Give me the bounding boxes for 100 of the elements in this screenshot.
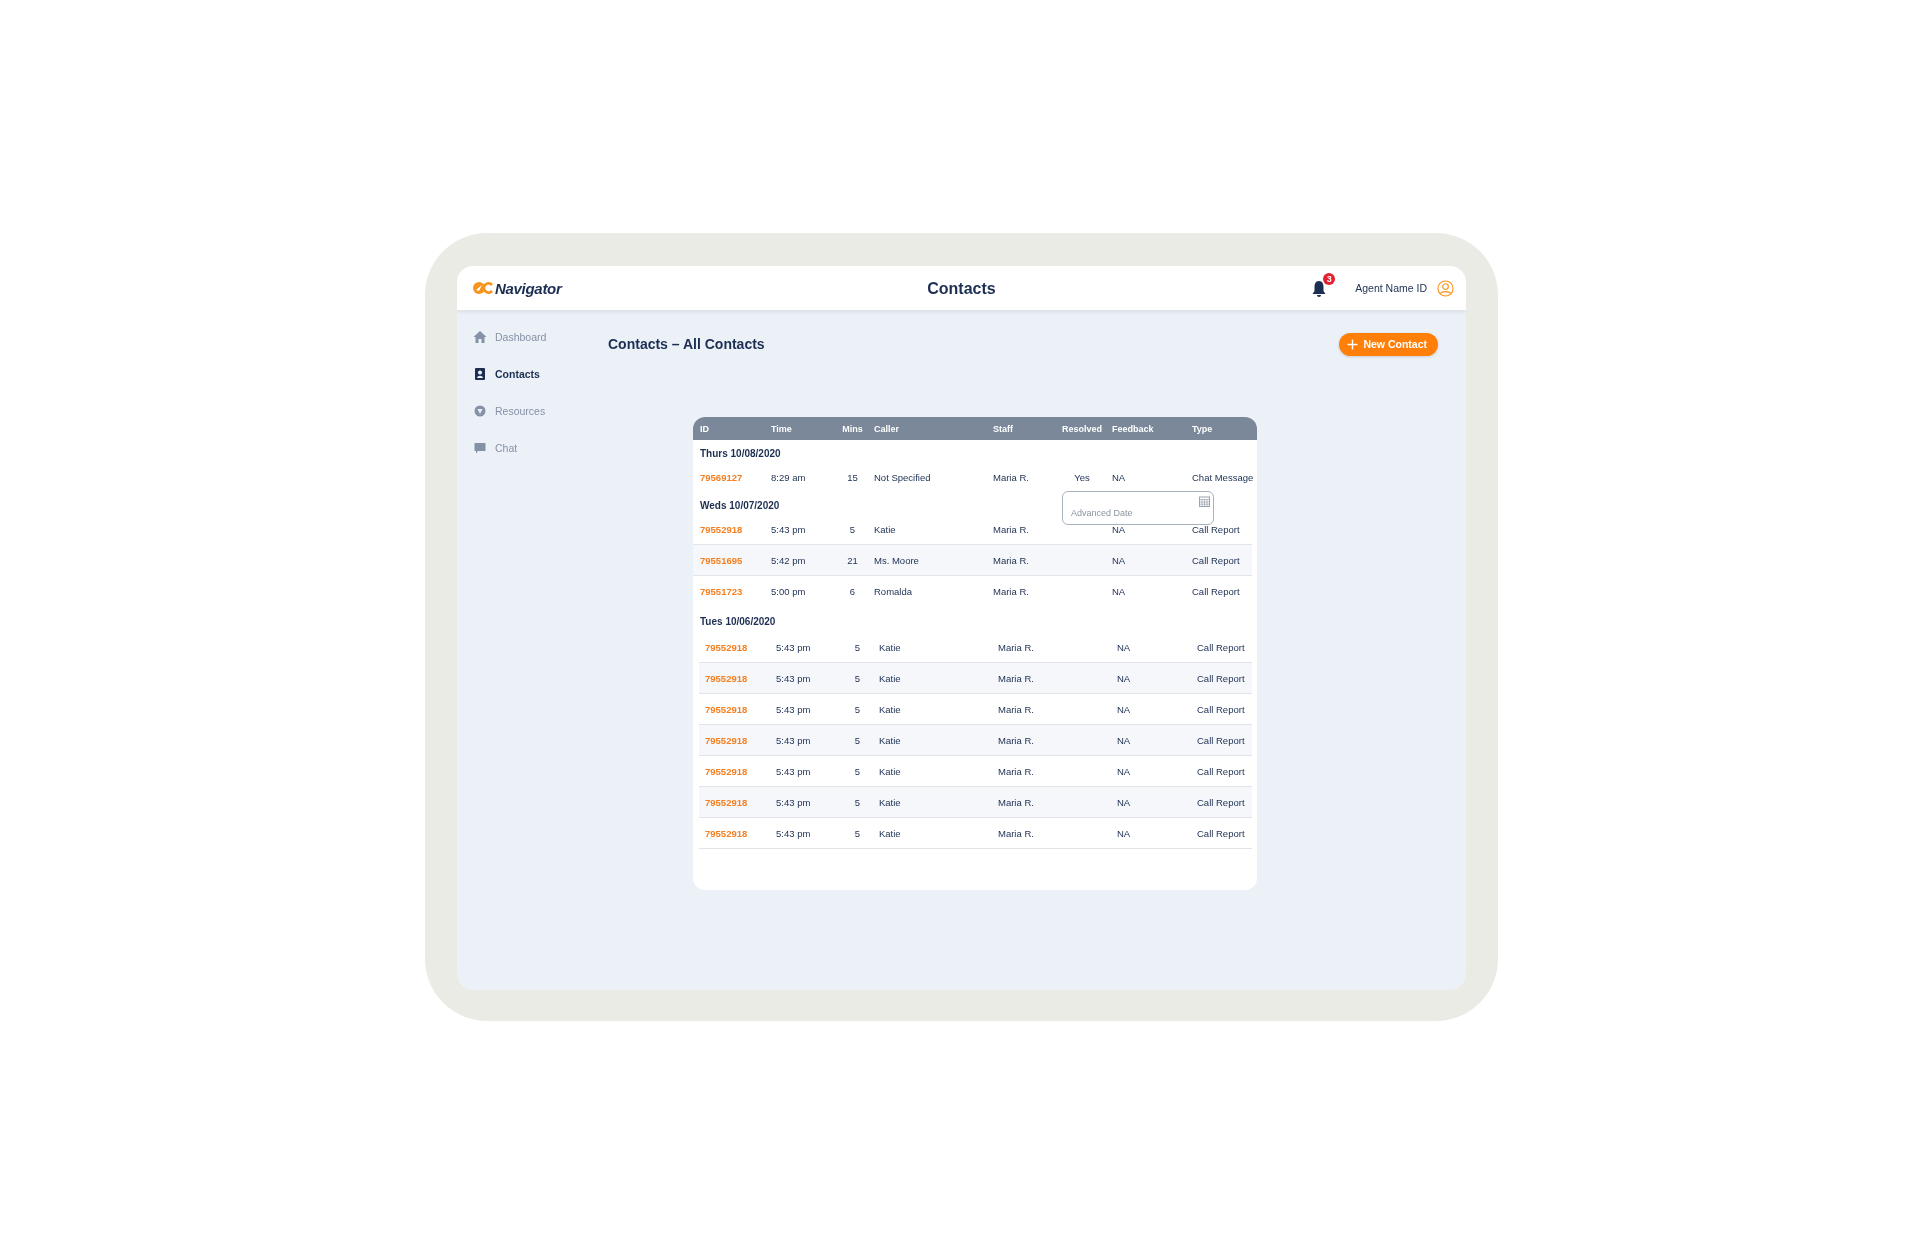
table-cell-text: 8:29 am <box>771 471 807 483</box>
table-cell-text: 5 <box>853 796 862 808</box>
section-title: Contacts – All Contacts <box>608 336 765 352</box>
contact-id-link[interactable]: 79551723 <box>700 585 771 597</box>
table-cell-text: 21 <box>846 554 859 566</box>
notification-badge: 3 <box>1323 273 1336 285</box>
contact-id-link[interactable]: 79552918 <box>705 734 776 746</box>
column-header[interactable]: Caller <box>874 423 993 434</box>
table-row[interactable]: 79551723 5:00 pm 6 Romalda Maria R. NA Call Report <box>693 576 1252 606</box>
page-heading: Contacts <box>927 280 996 297</box>
table-row[interactable]: 79552918 5:43 pm 5 Katie Maria R. NA Call Report <box>699 818 1252 849</box>
table-row[interactable]: 79551695 5:42 pm 21 Ms. Moore Maria R. NA Call Report <box>693 545 1252 576</box>
address-book-icon <box>473 367 487 381</box>
column-header[interactable]: Resolved <box>1052 423 1112 434</box>
table-cell-text: 5 <box>853 672 862 684</box>
table-cell-text: 5:43 pm <box>776 672 812 684</box>
user-avatar-icon[interactable] <box>1437 279 1454 297</box>
contact-id-link[interactable]: 79569127 <box>700 471 771 483</box>
table-cell-text: NA <box>1112 523 1127 535</box>
column-header[interactable]: ID <box>700 423 771 434</box>
table-cell-text: 5:43 pm <box>776 734 812 746</box>
sidebar-item[interactable]: Dashboard <box>473 326 593 348</box>
contact-id-link[interactable]: 79551695 <box>700 554 771 566</box>
column-header[interactable]: Mins <box>831 423 874 434</box>
table-cell-text: Call Report <box>1197 827 1246 839</box>
table-cell-text: Maria R. <box>993 471 1030 483</box>
contact-id-link[interactable]: 79552918 <box>705 672 776 684</box>
table-cell-text: Katie <box>879 672 902 684</box>
table-cell-text: NA <box>1117 734 1132 746</box>
table-cell-text: NA <box>1117 703 1132 715</box>
table-cell-text: NA <box>1117 765 1132 777</box>
sidebar-item[interactable]: Contacts <box>473 363 593 385</box>
table-cell: Chat Message <box>1192 471 1254 483</box>
table-cell-text: Ms. Moore <box>874 554 920 566</box>
table-cell-text: Call Report <box>1192 554 1241 566</box>
table-cell-text: 5 <box>853 703 862 715</box>
table-cell-text: Katie <box>879 703 902 715</box>
column-header[interactable]: Staff <box>993 423 1052 434</box>
table-cell-text: Maria R. <box>998 827 1035 839</box>
column-header[interactable]: Time <box>771 423 831 434</box>
compass-icon <box>473 404 487 418</box>
table-cell-text: NA <box>1112 471 1127 483</box>
table-cell-text: 5 <box>853 641 862 653</box>
new-contact-button[interactable]: New Contact <box>1339 332 1438 356</box>
table-row[interactable]: 79552918 5:43 pm 5 Katie Maria R. NA Call Report <box>699 787 1252 818</box>
table-cell-text: Katie <box>874 523 897 535</box>
sidebar-item[interactable]: Resources <box>473 400 593 422</box>
table-cell-text: 15 <box>846 471 859 483</box>
table-cell-text: Maria R. <box>998 765 1035 777</box>
plus-icon <box>1347 338 1359 350</box>
logo-text: Navigator <box>495 279 562 297</box>
table-cell-text: Call Report <box>1197 734 1246 746</box>
calendar-icon[interactable] <box>1199 496 1210 507</box>
table-cell-text: Yes <box>1073 471 1091 483</box>
table-cell-text: Maria R. <box>993 554 1030 566</box>
table-cell-text: Romalda <box>874 585 914 597</box>
column-header[interactable]: Type <box>1192 423 1257 434</box>
contact-id-link[interactable]: 79552918 <box>705 765 776 777</box>
table-cell-text: Call Report <box>1197 703 1246 715</box>
table-cell-text: 5:43 pm <box>776 703 812 715</box>
table-cell-text: NA <box>1117 796 1132 808</box>
table-cell-text: 5:42 pm <box>771 554 807 566</box>
date-field[interactable]: Advanced Date <box>1062 491 1214 525</box>
contact-id-link[interactable]: 79552918 <box>700 523 771 535</box>
table-row[interactable]: 79569127 8:29 am 15 Not Specified Maria R. Yes NA Chat Message <box>693 462 1252 492</box>
contact-id-link[interactable]: 79552918 <box>705 641 776 653</box>
contact-id-link[interactable]: 79552918 <box>705 796 776 808</box>
table-cell-text: Katie <box>879 641 902 653</box>
table-cell-text: Maria R. <box>998 641 1035 653</box>
contact-id-link[interactable]: 79552918 <box>705 703 776 715</box>
table-cell-text: Katie <box>879 827 902 839</box>
column-header[interactable]: Feedback <box>1112 423 1192 434</box>
table-cell-text: NA <box>1112 585 1127 597</box>
table-cell-text: 5 <box>853 765 862 777</box>
date-heading: Tues 10/06/2020 <box>699 615 776 629</box>
table-cell-text: Maria R. <box>998 672 1035 684</box>
table-cell-text: Call Report <box>1197 672 1246 684</box>
table-cell-text: 5:43 pm <box>776 765 812 777</box>
table-cell-text: Call Report <box>1197 796 1246 808</box>
logo-icon <box>472 281 494 295</box>
table-cell-text: NA <box>1117 672 1132 684</box>
table-row[interactable]: 79552918 5:43 pm 5 Katie Maria R. NA Call Report <box>699 663 1252 694</box>
table-cell-text: Maria R. <box>998 734 1035 746</box>
table-cell-text: Katie <box>879 734 902 746</box>
bell-icon[interactable] <box>1311 280 1328 298</box>
sidebar-item[interactable]: Chat <box>473 437 593 459</box>
speech-bubble-icon <box>473 441 487 455</box>
table-cell-text: 5:43 pm <box>776 641 812 653</box>
date-heading: Thurs 10/08/2020 <box>699 447 781 461</box>
table-cell-text: 5 <box>853 827 862 839</box>
table-cell-text: Call Report <box>1197 641 1246 653</box>
user-name: Agent Name ID <box>1355 282 1427 294</box>
table-cell-text: Katie <box>879 765 902 777</box>
table-cell-text: NA <box>1117 641 1132 653</box>
table-cell-text: 5 <box>853 734 862 746</box>
table-row[interactable]: 79552918 5:43 pm 5 Katie Maria R. NA Call Report <box>699 725 1252 756</box>
contact-id-link[interactable]: 79552918 <box>705 827 776 839</box>
table-cell-text: 5:43 pm <box>776 796 812 808</box>
table-cell-text: Call Report <box>1197 765 1246 777</box>
table-cell-text: 6 <box>848 585 857 597</box>
